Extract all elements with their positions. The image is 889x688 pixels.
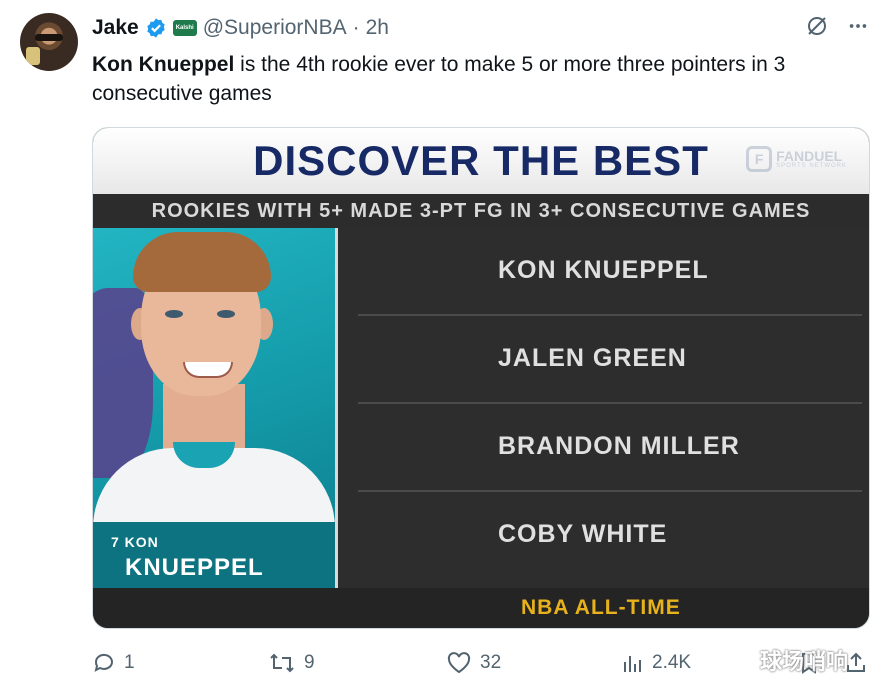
reply-icon — [94, 653, 113, 672]
list-item: COBY WHITE — [358, 492, 862, 580]
tweet-header: Jake Kalshi @SuperiorNBA · 2h — [92, 14, 389, 42]
like-icon — [447, 652, 471, 674]
views-button[interactable]: 2.4K — [622, 648, 691, 678]
player-nameplate: 7 KON KNUEPPEL — [93, 522, 335, 588]
avatar-cup — [26, 47, 40, 65]
logo-word: FANDUEL — [776, 148, 843, 164]
player-last-name: KNUEPPEL — [125, 554, 264, 581]
fanduel-shield-icon: F — [746, 146, 773, 172]
author-handle[interactable]: @SuperiorNBA — [203, 16, 347, 40]
player-eye-left — [165, 310, 183, 318]
like-button[interactable]: 32 — [446, 648, 501, 678]
verified-icon — [147, 18, 165, 38]
list-item: KON KNUEPPEL — [358, 228, 862, 316]
tweet-media-image[interactable]: DISCOVER THE BEST F FANDUEL SPORTS NETWO… — [92, 127, 870, 629]
source-watermark: 球场哨响 — [760, 649, 849, 674]
player-hair — [133, 232, 271, 292]
footer-label: NBA ALL-TIME — [521, 596, 681, 619]
graphic-subtitle: ROOKIES WITH 5+ MADE 3-PT FG IN 3+ CONSE… — [93, 194, 869, 228]
grok-icon[interactable] — [805, 14, 829, 38]
player-name: KON KNUEPPEL — [498, 256, 709, 284]
player-eye-right — [217, 310, 235, 318]
repost-icon — [270, 653, 294, 673]
more-icon[interactable] — [847, 15, 869, 37]
affiliate-badge[interactable]: Kalshi — [172, 20, 197, 36]
tweet-text: Kon Knueppel is the 4th rookie ever to m… — [92, 50, 862, 108]
tweet-action-bar: 1 9 32 2.4K — [92, 648, 872, 678]
tweet-top-actions — [805, 14, 869, 38]
player-photo-panel: 7 KON KNUEPPEL — [93, 228, 335, 588]
author-avatar[interactable] — [20, 13, 78, 71]
avatar-glasses — [35, 34, 63, 41]
mentioned-player: Kon Knueppel — [92, 53, 235, 76]
fanduel-logo: F FANDUEL SPORTS NETWORK — [746, 146, 847, 172]
author-name[interactable]: Jake — [92, 16, 139, 40]
list-item: JALEN GREEN — [358, 316, 862, 404]
player-name: BRANDON MILLER — [498, 432, 740, 460]
view-count: 2.4K — [652, 652, 692, 673]
repost-button[interactable]: 9 — [268, 648, 315, 678]
player-name: COBY WHITE — [498, 520, 668, 548]
repost-count: 9 — [304, 652, 315, 673]
graphic-footer: NBA ALL-TIME — [93, 588, 869, 628]
list-item: BRANDON MILLER — [358, 404, 862, 492]
player-name: JALEN GREEN — [498, 344, 687, 372]
separator-dot: · — [352, 16, 360, 39]
tweet-time[interactable]: 2h — [366, 16, 389, 40]
views-icon — [624, 656, 641, 672]
rookie-list: KON KNUEPPEL JALEN GREEN BRANDON MILLER … — [338, 228, 869, 588]
player-number: 7 KON — [111, 534, 159, 550]
logo-sub: SPORTS NETWORK — [776, 163, 847, 169]
reply-count: 1 — [124, 652, 135, 673]
reply-button[interactable]: 1 — [92, 648, 135, 678]
like-count: 32 — [480, 652, 502, 673]
